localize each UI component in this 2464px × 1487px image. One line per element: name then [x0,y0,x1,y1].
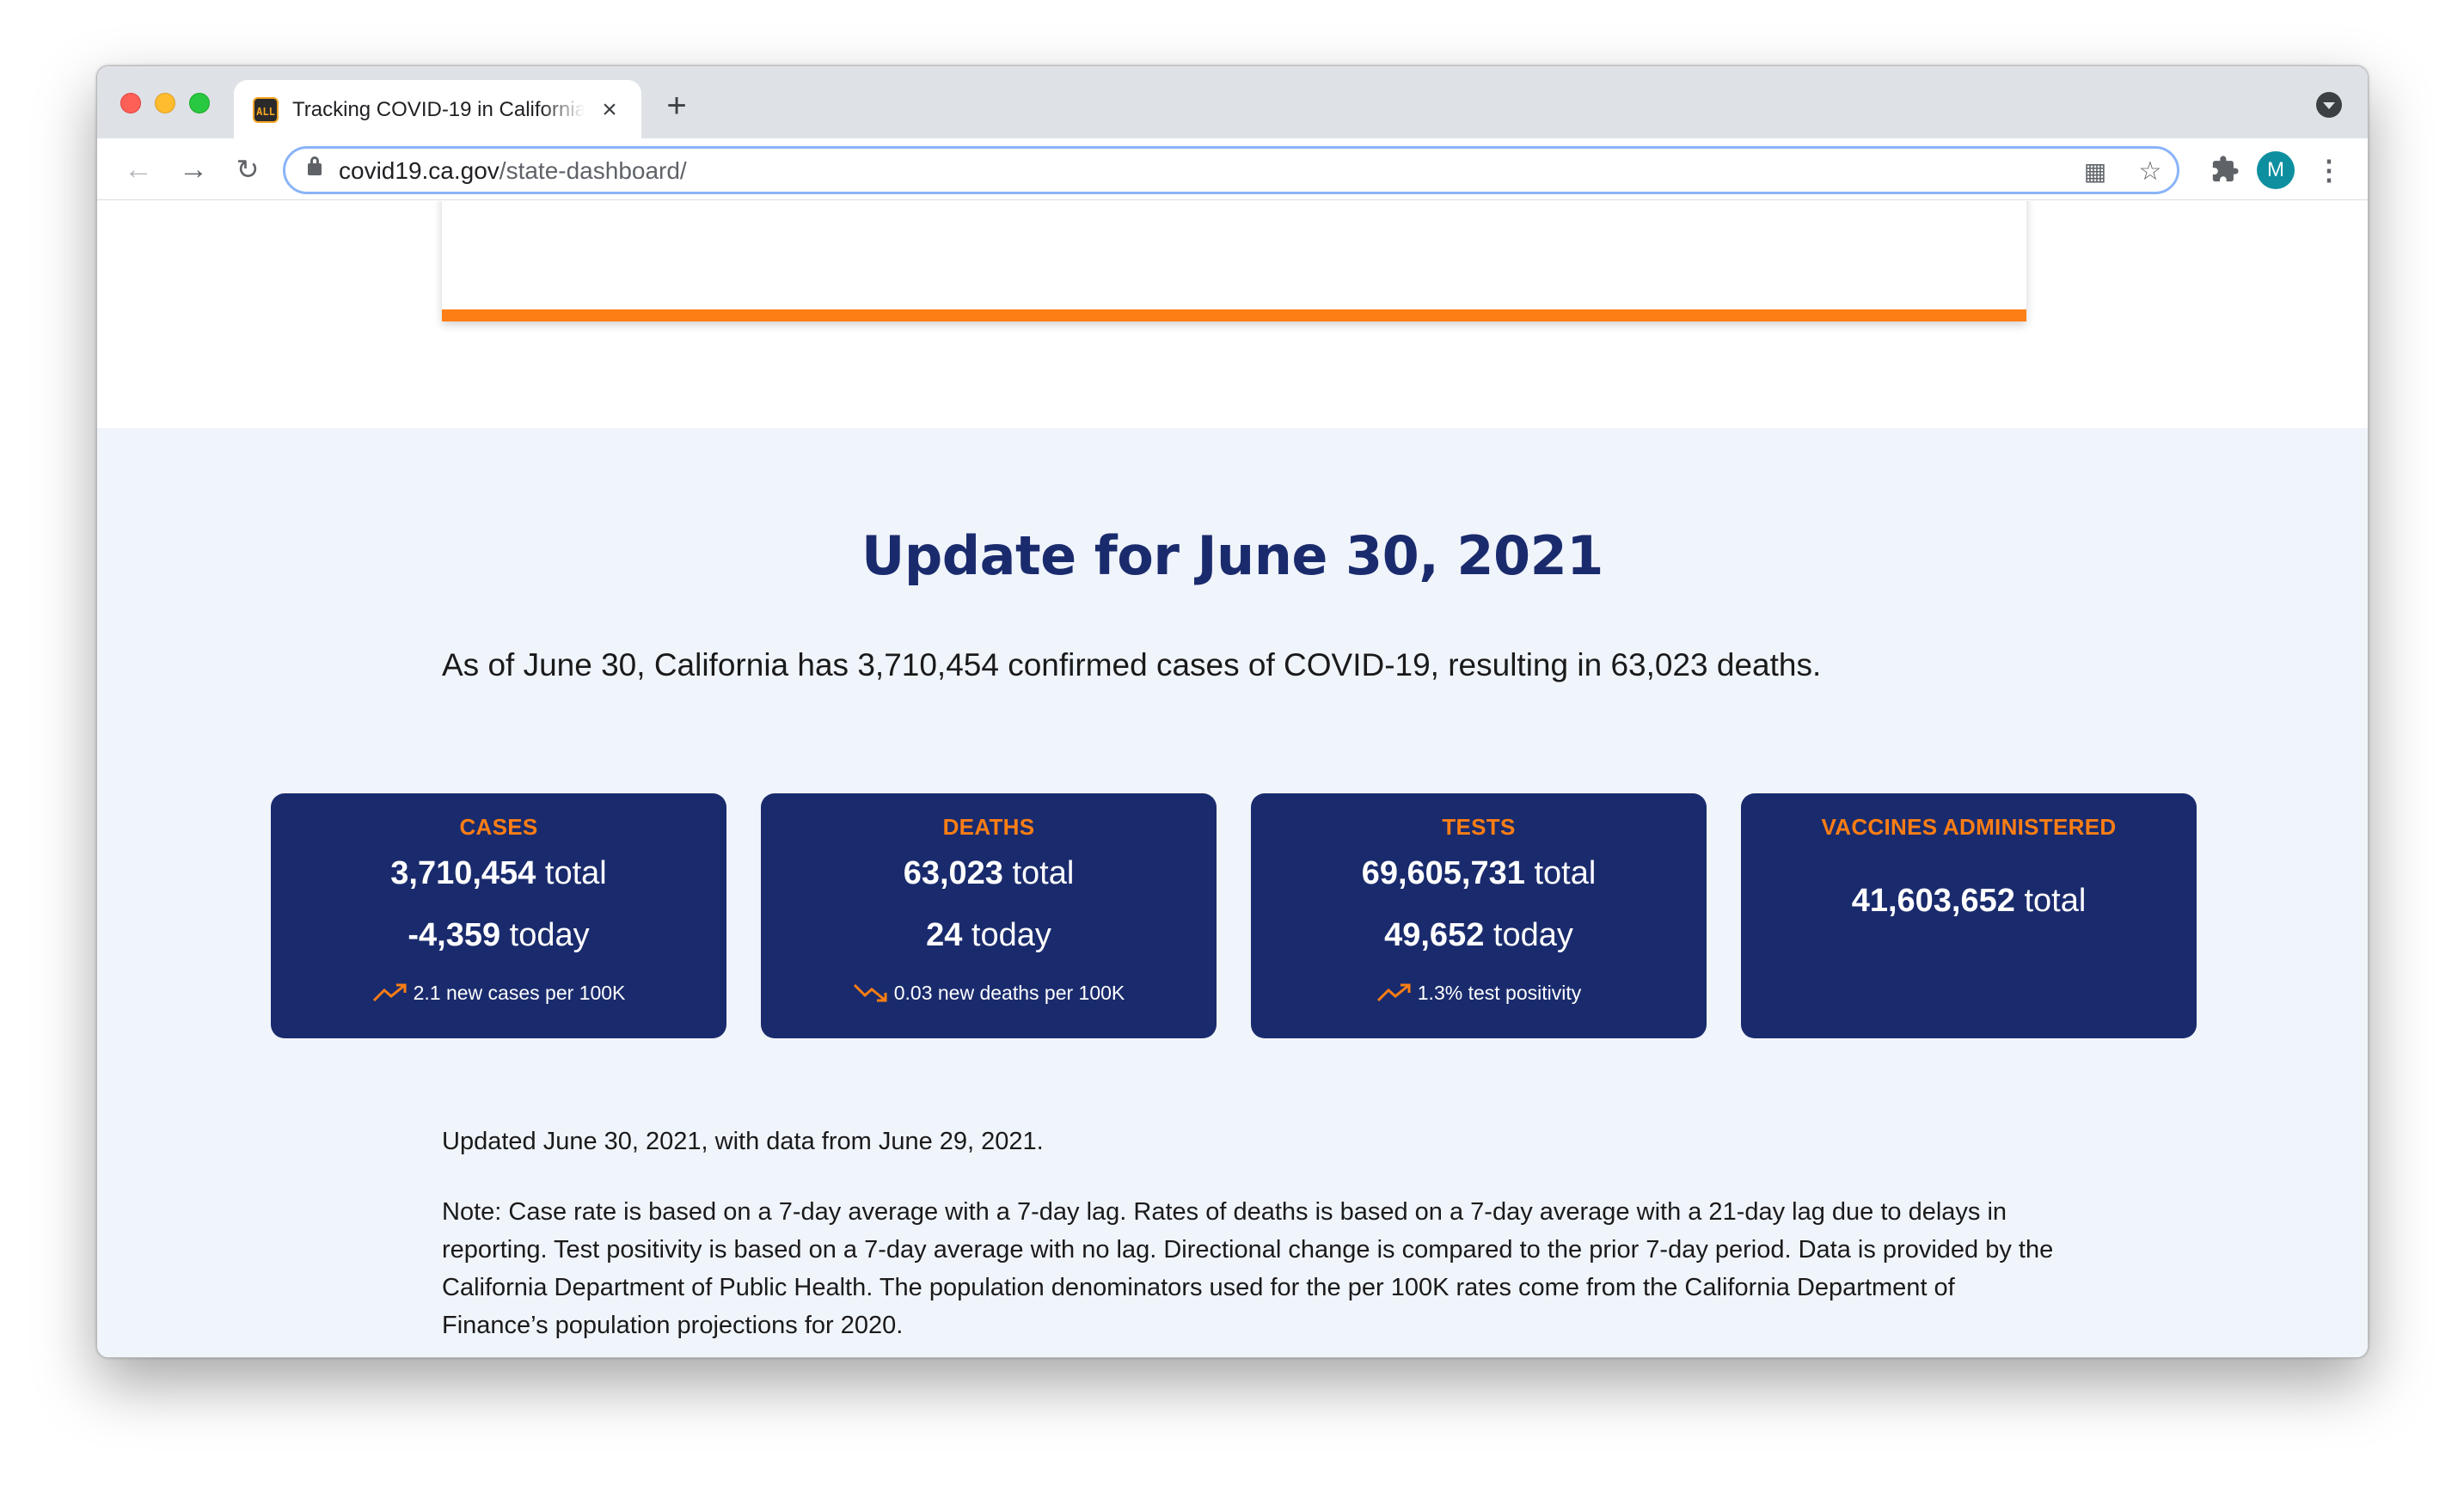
url-host: covid19.ca.gov [339,157,500,184]
tests-today-suffix: today [1484,917,1573,953]
cases-card: CASES 3,710,454 total -4,359 today 2.1 n… [271,793,726,1038]
cases-total: 3,710,454 total [271,854,726,893]
tab-search-icon[interactable] [2316,92,2342,118]
orange-accent-bar [442,309,2026,321]
tests-total: 69,605,731 total [1251,854,1707,893]
cases-today-value: -4,359 [408,917,501,953]
cases-today: -4,359 today [271,915,726,955]
cases-trend: 2.1 new cases per 100K [271,979,726,1007]
deaths-trend: 0.03 new deaths per 100K [761,979,1217,1007]
deaths-today-suffix: today [962,917,1051,953]
page-viewport: Update for June 30, 2021 As of June 30, … [97,201,2368,1357]
tab-close-icon[interactable]: × [595,95,624,125]
back-arrow-icon[interactable]: ← [120,150,157,188]
tests-card: TESTS 69,605,731 total 49,652 today 1.3%… [1251,793,1707,1038]
browser-window: ALL Tracking COVID-19 in California × + … [96,65,2369,1358]
deaths-total: 63,023 total [761,854,1217,893]
deaths-trend-text: 0.03 new deaths per 100K [893,982,1125,1004]
deaths-label: DEATHS [942,814,1035,840]
previous-content-card [442,201,2026,321]
deaths-today: 24 today [761,915,1217,955]
deaths-total-suffix: total [1002,855,1075,891]
address-bar[interactable]: covid19.ca.gov/state-dashboard/ ▦ ☆ [283,146,2179,194]
vaccines-total: 41,603,652 total [1741,881,2197,921]
deaths-total-value: 63,023 [903,855,1003,891]
cases-label: CASES [459,814,538,840]
tests-trend-text: 1.3% test positivity [1417,982,1582,1004]
tab-strip: ALL Tracking COVID-19 in California × + [97,66,2368,138]
reload-icon[interactable]: ↻ [229,150,267,188]
vaccines-card: VACCINES ADMINISTERED 41,603,652 total [1741,793,2197,1038]
tests-today: 49,652 today [1251,915,1707,955]
trend-up-icon [1376,983,1411,1002]
profile-avatar[interactable]: M [2257,151,2295,189]
tests-total-suffix: total [1524,855,1597,891]
minimize-window-button[interactable] [155,93,175,113]
cases-trend-text: 2.1 new cases per 100K [413,982,626,1004]
new-tab-icon[interactable]: + [659,89,694,123]
trend-up-icon [372,983,407,1002]
extensions-puzzle-icon[interactable] [2209,153,2241,186]
active-tab[interactable]: ALL Tracking COVID-19 in California × [234,80,641,138]
site-favicon-icon: ALL [253,97,279,123]
tests-today-value: 49,652 [1384,917,1485,953]
vaccines-label: VACCINES ADMINISTERED [1821,814,2117,840]
vaccines-total-suffix: total [2014,883,2087,919]
vaccines-total-value: 41,603,652 [1851,883,2015,919]
qr-code-icon[interactable]: ▦ [2081,157,2110,187]
tests-trend: 1.3% test positivity [1251,979,1707,1007]
trend-down-icon [853,983,887,1002]
url-text[interactable]: covid19.ca.gov/state-dashboard/ [339,158,687,184]
cases-total-suffix: total [536,855,607,891]
more-menu-icon[interactable]: ⋮ [2315,151,2343,189]
maximize-window-button[interactable] [189,93,210,113]
tests-total-value: 69,605,731 [1361,855,1525,891]
update-section: Update for June 30, 2021 As of June 30, … [97,428,2368,1357]
lock-icon[interactable] [308,156,322,175]
bookmark-star-icon[interactable]: ☆ [2136,157,2165,187]
updated-text: Updated June 30, 2021, with data from Ju… [442,1128,1044,1155]
deaths-today-value: 24 [926,917,963,953]
forward-arrow-icon[interactable]: → [175,150,212,188]
cases-total-value: 3,710,454 [390,855,536,891]
methodology-note: Note: Case rate is based on a 7-day aver… [442,1198,2054,1339]
summary-text: As of June 30, California has 3,710,454 … [442,647,1822,682]
cases-today-suffix: today [500,917,590,953]
close-window-button[interactable] [120,93,141,113]
deaths-card: DEATHS 63,023 total 24 today 0.03 new de… [761,793,1217,1038]
tab-title: Tracking COVID-19 in California [292,98,585,121]
page-title: Update for June 30, 2021 [861,524,1603,587]
url-path: /state-dashboard/ [499,157,687,184]
tests-label: TESTS [1442,814,1516,840]
browser-toolbar: ← → ↻ covid19.ca.gov/state-dashboard/ ▦ … [97,138,2368,200]
